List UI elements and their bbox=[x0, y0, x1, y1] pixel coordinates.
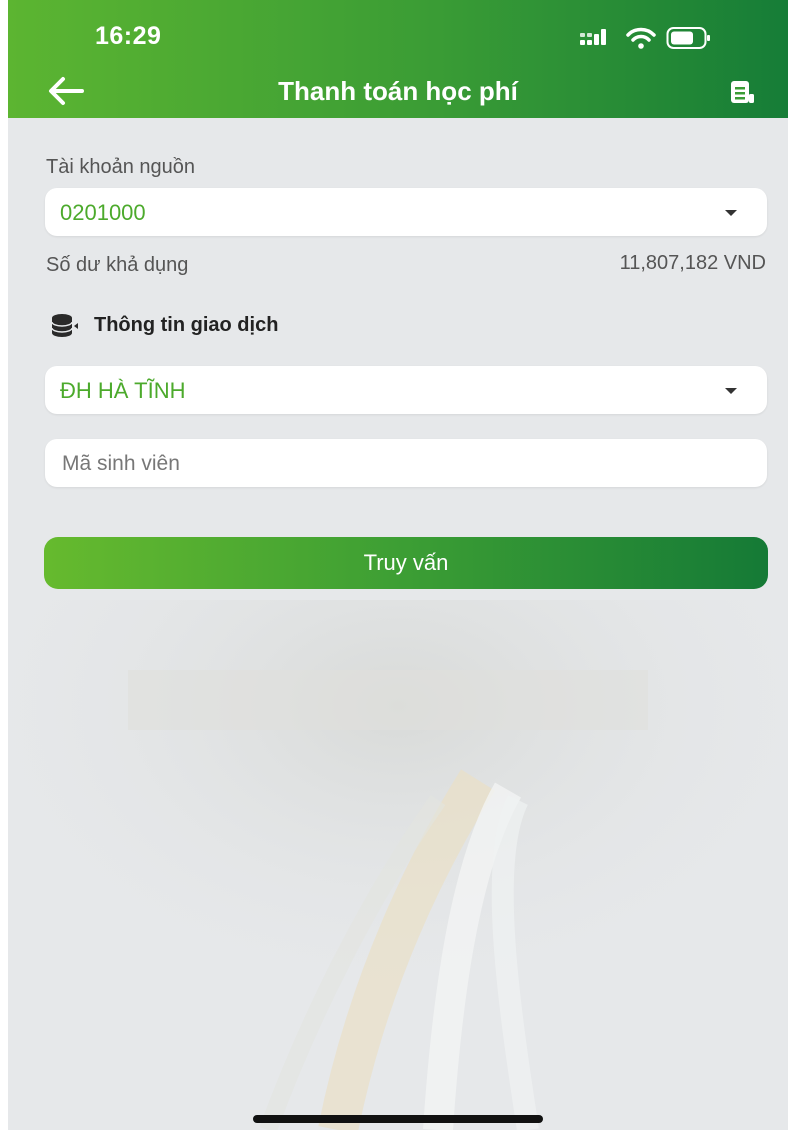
home-indicator[interactable] bbox=[253, 1115, 543, 1123]
background-city-image bbox=[8, 600, 788, 1130]
status-time: 16:29 bbox=[95, 22, 162, 50]
chevron-down-icon bbox=[725, 388, 737, 394]
section-title: Thông tin giao dịch bbox=[94, 313, 279, 336]
receipt-icon[interactable] bbox=[730, 80, 756, 104]
balance-label: Số dư khả dụng bbox=[46, 254, 189, 276]
chevron-down-icon bbox=[725, 210, 737, 216]
transaction-section-header: Thông tin giao dịch bbox=[50, 313, 278, 337]
signal-icon bbox=[580, 29, 606, 45]
app-screen: 16:29 Thanh toán học phí Tài khoản nguồn… bbox=[8, 0, 788, 1130]
source-account-label: Tài khoản nguồn bbox=[46, 156, 196, 178]
status-icons bbox=[580, 26, 712, 50]
school-select[interactable]: ĐH HÀ TĨNH bbox=[45, 366, 767, 414]
balance-value: 11,807,182 VND bbox=[619, 252, 766, 274]
wifi-icon bbox=[626, 27, 656, 49]
source-account-select[interactable]: 0201000 bbox=[45, 188, 767, 236]
redaction-mask bbox=[195, 190, 365, 234]
query-button[interactable]: Truy vấn bbox=[44, 537, 768, 589]
header-bar: 16:29 Thanh toán học phí bbox=[8, 0, 788, 118]
student-id-input[interactable] bbox=[60, 439, 744, 489]
battery-icon bbox=[666, 27, 710, 49]
student-id-field[interactable] bbox=[45, 439, 767, 489]
school-value: ĐH HÀ TĨNH bbox=[60, 378, 186, 403]
page-title: Thanh toán học phí bbox=[278, 76, 518, 106]
source-account-value: 0201000 bbox=[60, 200, 146, 225]
coins-icon bbox=[51, 314, 78, 337]
